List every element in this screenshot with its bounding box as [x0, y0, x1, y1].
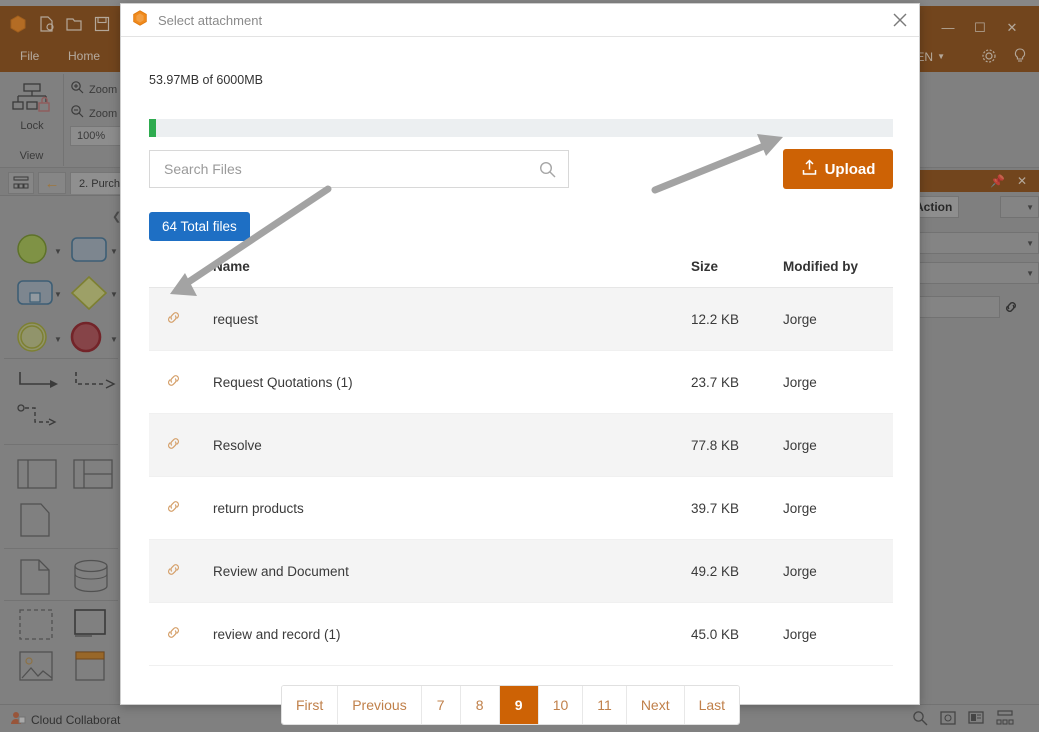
dialog-titlebar: Select attachment: [121, 4, 919, 37]
file-modified-by-cell: Jorge: [783, 476, 893, 540]
table-header-row: Name Size Modified by: [149, 253, 893, 288]
file-size-cell: 12.2 KB: [691, 287, 783, 351]
file-list-header: Name Size Modified by: [149, 253, 893, 288]
file-size-cell: 49.2 KB: [691, 539, 783, 603]
storage-quota-label: 53.97MB of 6000MB: [149, 73, 263, 87]
pagination: First Previous 7 8 9 10 11 Next Last: [281, 685, 741, 725]
pagination-button-8[interactable]: 8: [460, 686, 500, 724]
pagination-button-7[interactable]: 7: [421, 686, 461, 724]
file-modified-by-cell: Jorge: [783, 287, 893, 351]
search-icon[interactable]: [539, 161, 556, 178]
file-size-cell: 77.8 KB: [691, 413, 783, 477]
total-files-badge: 64 Total files: [149, 212, 250, 241]
close-icon[interactable]: [892, 12, 910, 30]
bizagi-logo-icon: [131, 9, 149, 32]
upload-icon: [801, 158, 818, 180]
storage-quota-fill: [149, 119, 156, 137]
file-modified-by-cell: Jorge: [783, 413, 893, 477]
search-files-field[interactable]: [149, 150, 569, 188]
column-header-icon: [149, 253, 213, 288]
link-icon[interactable]: [149, 372, 182, 389]
dialog-title: Select attachment: [158, 12, 263, 28]
file-name-cell[interactable]: return products: [213, 476, 691, 540]
file-size-cell: 45.0 KB: [691, 602, 783, 666]
file-name-cell[interactable]: Review and Document: [213, 539, 691, 603]
table-row[interactable]: Review and Document 49.2 KB Jorge: [149, 539, 893, 603]
table-row[interactable]: Request Quotations (1) 23.7 KB Jorge: [149, 350, 893, 414]
file-list-body: request 12.2 KB Jorge Request Quotations (1…: [149, 287, 893, 666]
link-icon[interactable]: [149, 624, 182, 641]
file-list-table: Name Size Modified by request 12.2 KB Jorg…: [149, 253, 893, 666]
select-attachment-dialog: Select attachment 53.97MB of 6000MB Uplo…: [120, 3, 920, 725]
file-name-cell[interactable]: Request Quotations (1): [213, 350, 691, 414]
file-size-cell: 39.7 KB: [691, 476, 783, 540]
pagination-button-next[interactable]: Next: [626, 686, 685, 724]
storage-quota-bar: [149, 119, 893, 137]
link-icon[interactable]: [149, 561, 182, 578]
table-row[interactable]: request 12.2 KB Jorge: [149, 287, 893, 351]
pagination-button-10[interactable]: 10: [538, 686, 584, 724]
pagination-button-previous[interactable]: Previous: [338, 686, 422, 724]
link-icon[interactable]: [149, 498, 182, 515]
file-modified-by-cell: Jorge: [783, 350, 893, 414]
table-row[interactable]: Resolve 77.8 KB Jorge: [149, 413, 893, 477]
upload-button-label: Upload: [824, 160, 876, 178]
file-name-cell[interactable]: Resolve: [213, 413, 691, 477]
pagination-button-first[interactable]: First: [282, 686, 339, 724]
file-modified-by-cell: Jorge: [783, 539, 893, 603]
link-icon[interactable]: [149, 309, 182, 326]
upload-button[interactable]: Upload: [783, 149, 893, 189]
file-size-cell: 23.7 KB: [691, 350, 783, 414]
table-row[interactable]: return products 39.7 KB Jorge: [149, 476, 893, 540]
pagination-button-last[interactable]: Last: [684, 686, 740, 724]
pagination-button-11[interactable]: 11: [583, 686, 627, 724]
file-name-cell[interactable]: review and record (1): [213, 602, 691, 666]
table-row[interactable]: review and record (1) 45.0 KB Jorge: [149, 602, 893, 666]
file-name-cell[interactable]: request: [213, 287, 691, 351]
column-header-name[interactable]: Name: [213, 253, 691, 288]
link-icon[interactable]: [149, 435, 182, 452]
pagination-button-9[interactable]: 9: [499, 686, 539, 724]
arrow-to-upload-button: [651, 134, 783, 194]
file-modified-by-cell: Jorge: [783, 602, 893, 666]
column-header-size[interactable]: Size: [691, 253, 783, 288]
search-input[interactable]: [150, 161, 539, 177]
column-header-modified-by[interactable]: Modified by: [783, 253, 893, 288]
